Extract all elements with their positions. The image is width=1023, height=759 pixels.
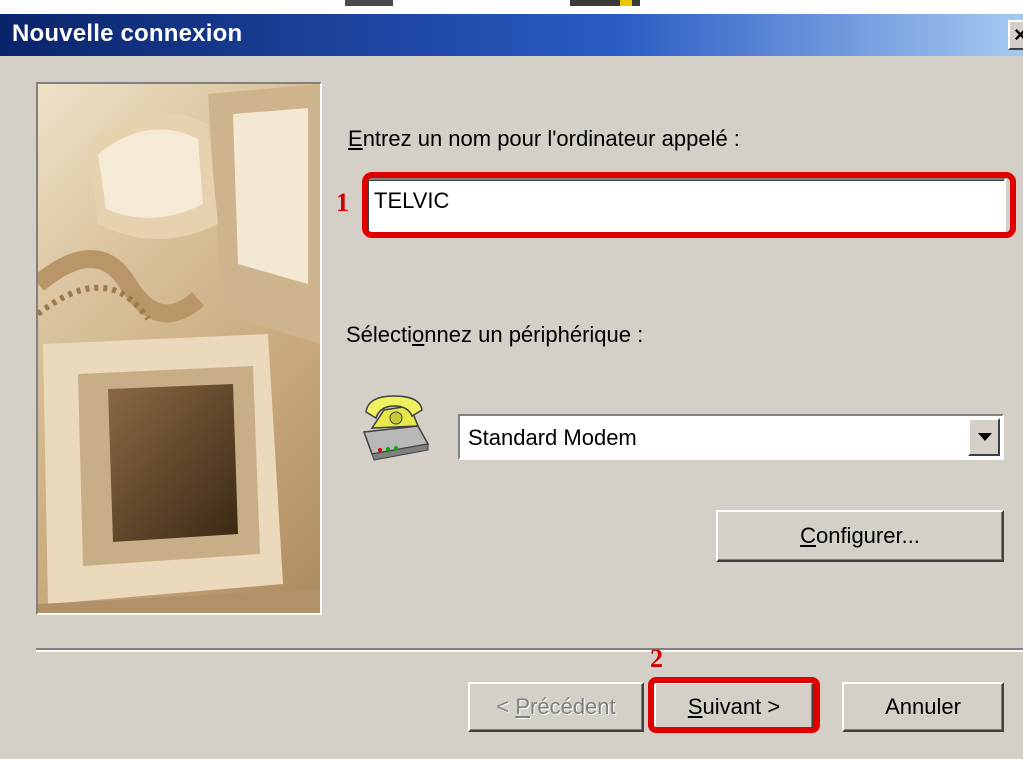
chevron-down-icon [978,433,992,441]
back-button[interactable]: < Précédent [468,682,644,732]
close-icon: × [1014,22,1023,47]
computer-name-input[interactable]: TELVIC [366,178,1006,232]
dropdown-button[interactable] [968,418,1000,456]
device-select-value: Standard Modem [468,425,637,450]
next-button[interactable]: Suivant > [654,682,814,732]
annotation-marker-2: 2 [650,644,663,673]
annotation-marker-1: 1 [336,188,349,217]
device-select[interactable]: Standard Modem [458,414,1004,460]
top-strip [0,0,1023,14]
computer-name-label: Entrez un nom pour l'ordinateur appelé : [348,126,740,151]
computers-phone-image [38,84,320,613]
window-title: Nouvelle connexion [12,20,243,47]
modem-phone-icon [358,392,432,462]
configure-button[interactable]: Configurer... [716,510,1004,562]
device-label: Sélectionnez un périphérique : [346,322,644,347]
close-button[interactable]: × [1008,20,1023,50]
footer-separator [36,648,1023,652]
cancel-button[interactable]: Annuler [842,682,1004,732]
title-bar: Nouvelle connexion [0,14,1023,56]
wizard-illustration [36,82,322,615]
